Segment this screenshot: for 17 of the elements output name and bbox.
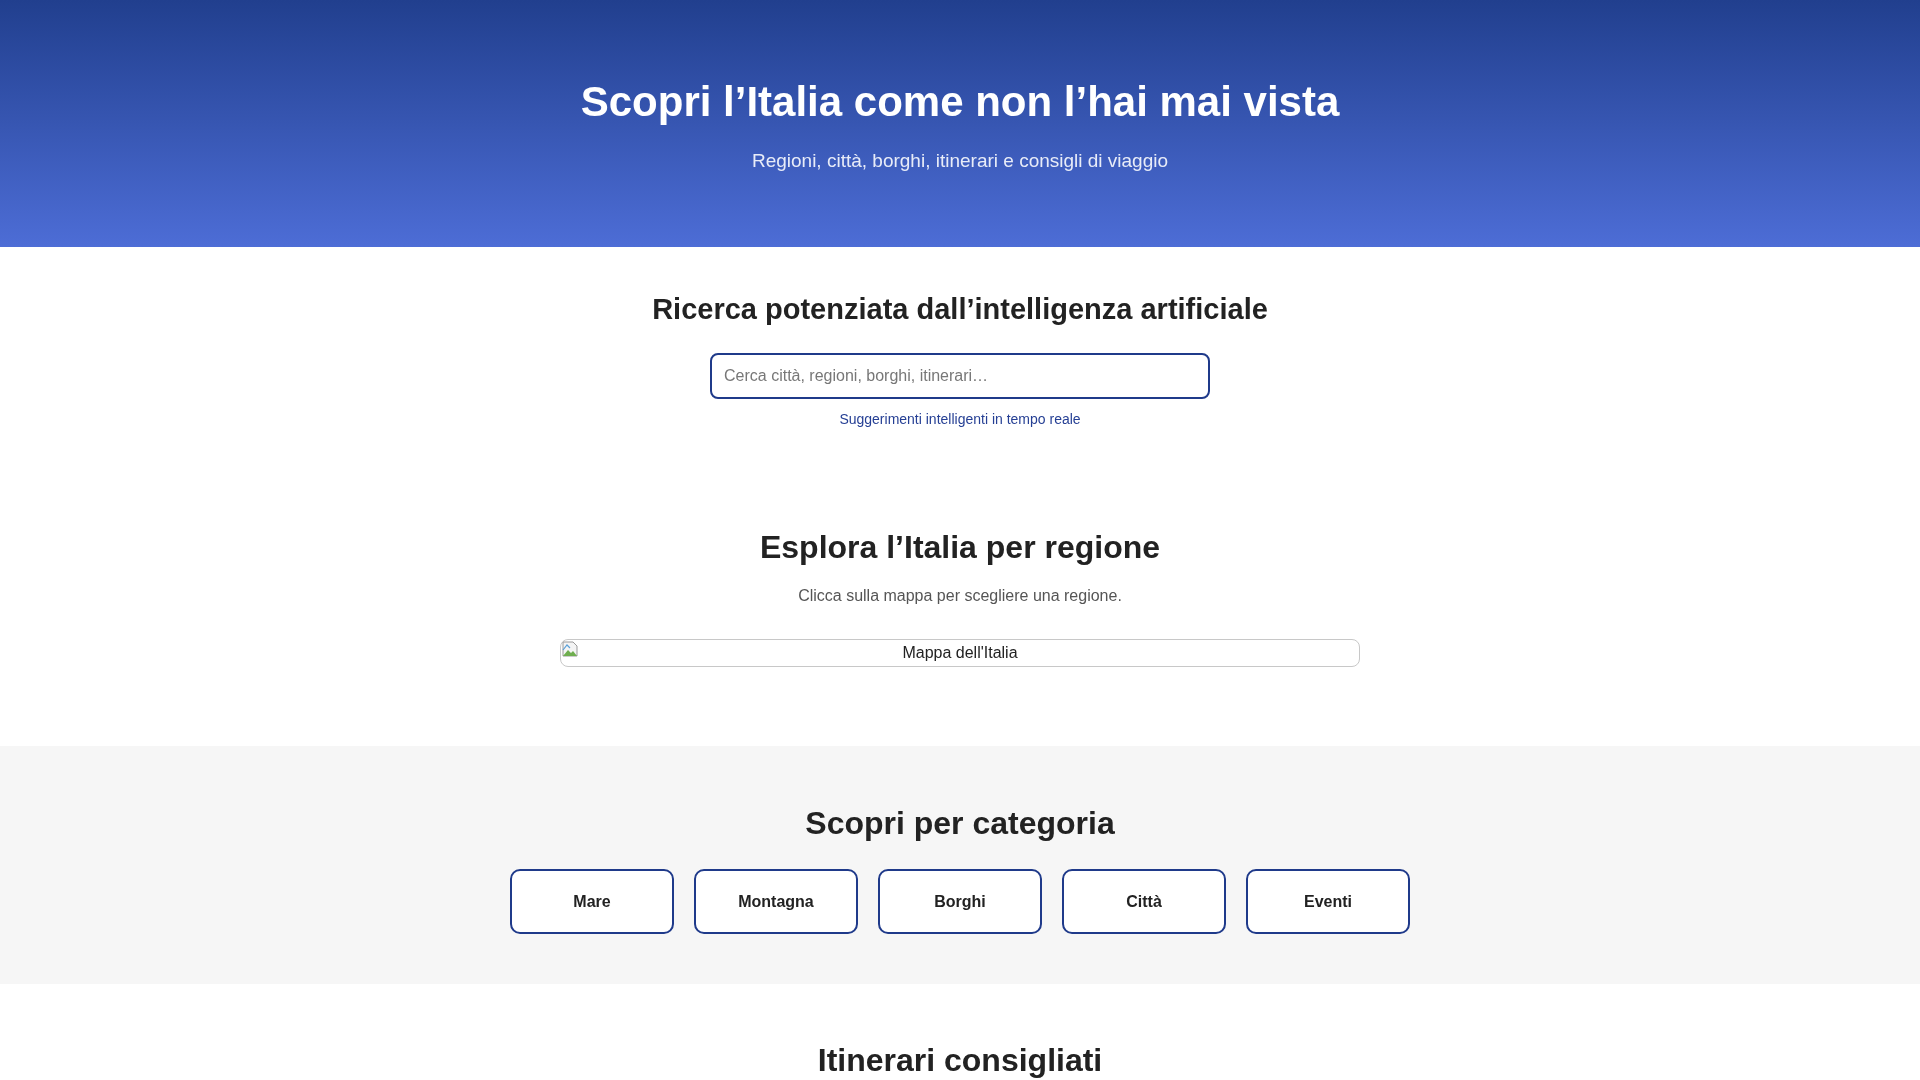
section-heading: Itinerari consigliati (816, 1041, 1104, 1079)
section-heading: Ricerca potenziata dall’intelligenza artificiale (652, 292, 1268, 327)
hero-title: Scopri l’Italia come non l’hai mai vista (579, 77, 1341, 127)
category-button[interactable]: Mare (510, 869, 674, 934)
broken-image-icon (562, 641, 578, 657)
section-heading: Esplora l’Italia per regione (759, 528, 1161, 566)
map-image-frame[interactable]: Mappa dell'Italia (560, 639, 1360, 667)
category-button[interactable]: Borghi (878, 869, 1042, 934)
category-button[interactable]: Eventi (1246, 869, 1410, 934)
category-button[interactable]: Montagna (694, 869, 858, 934)
section-subtitle: Clicca sulla mappa per scegliere una regione. (798, 586, 1122, 605)
search-hint: Suggerimenti intelligenti in tempo reale (839, 411, 1081, 428)
hero-subtitle: Regioni, città, borghi, itinerari e consigli di viaggio (750, 149, 1170, 173)
image-alt-text: Mappa dell'Italia (902, 644, 1018, 661)
category-button[interactable]: Città (1062, 869, 1226, 934)
section-heading: Scopri per categoria (805, 804, 1115, 842)
search-field[interactable]: Cerca città, regioni, borghi, itinerari… (710, 353, 1210, 399)
